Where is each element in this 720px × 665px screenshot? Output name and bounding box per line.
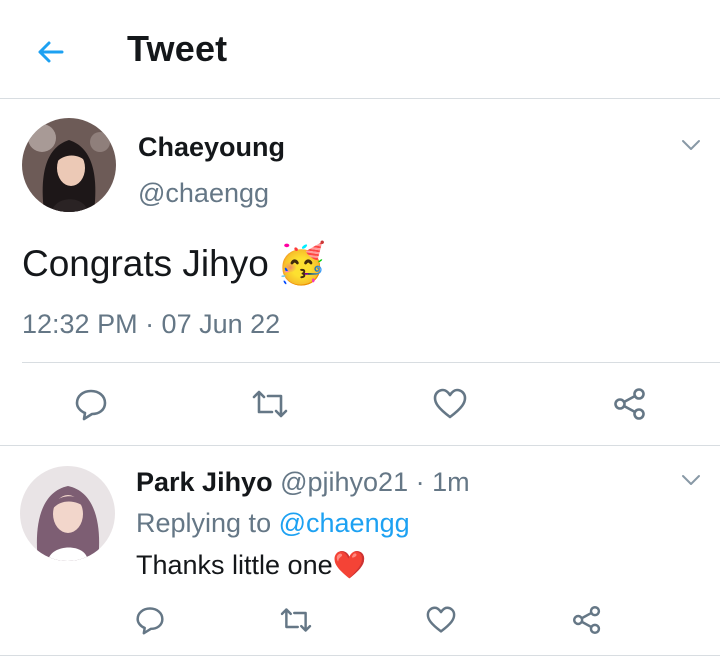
reply-text: Thanks little one — [136, 549, 333, 580]
tweet-divider — [0, 445, 720, 446]
reply-body: Thanks little one ❤️ — [136, 549, 366, 581]
chevron-down-icon — [682, 475, 700, 485]
retweet-icon — [280, 608, 312, 632]
reply-options-button[interactable] — [676, 465, 706, 495]
reply-icon — [75, 389, 107, 421]
meta-divider — [22, 362, 720, 363]
arrow-left-icon — [38, 41, 64, 63]
like-icon — [433, 388, 467, 419]
tweet-body: Congrats Jihyo 🥳 — [22, 240, 327, 287]
reply-reply-button[interactable] — [124, 594, 176, 646]
reply-time: 1m — [432, 467, 470, 497]
reply-share-button[interactable] — [561, 594, 613, 646]
separator-dot: · — [415, 467, 425, 497]
replying-to: Replying to @chaengg — [136, 508, 410, 539]
author-handle[interactable]: @chaengg — [138, 178, 269, 209]
reply-avatar[interactable] — [20, 466, 115, 561]
reply-author-handle[interactable]: @pjihyo21 — [280, 467, 408, 497]
tweet-options-button[interactable] — [676, 130, 706, 160]
replying-to-label: Replying to — [136, 508, 272, 538]
reply-icon — [136, 607, 164, 635]
like-button[interactable] — [424, 378, 476, 430]
retweet-button[interactable] — [244, 378, 296, 430]
tweet-text: Congrats Jihyo — [22, 242, 269, 284]
chevron-down-icon — [682, 140, 700, 150]
reply-header: Park Jihyo @pjihyo21 · 1m — [136, 467, 470, 498]
retweet-icon — [252, 390, 288, 418]
reply-like-button[interactable] — [415, 594, 467, 646]
reply-retweet-button[interactable] — [270, 594, 322, 646]
replying-to-handle-link[interactable]: @chaengg — [279, 508, 410, 538]
avatar[interactable] — [22, 118, 116, 212]
reply-button[interactable] — [65, 378, 117, 430]
share-icon — [572, 605, 601, 635]
top-bar: Tweet — [0, 0, 720, 98]
like-icon — [426, 606, 456, 633]
page-title: Tweet — [127, 28, 228, 69]
party-face-emoji: 🥳 — [276, 242, 327, 286]
tweet-timestamp: 12:32 PM · 07 Jun 22 — [22, 309, 281, 339]
share-button[interactable] — [604, 378, 656, 430]
reply-author-name[interactable]: Park Jihyo — [136, 467, 273, 497]
header-divider — [0, 98, 720, 99]
back-button[interactable] — [28, 30, 72, 74]
red-heart-emoji: ❤️ — [332, 550, 367, 580]
reply-divider — [0, 655, 720, 656]
share-icon — [614, 388, 645, 420]
author-name[interactable]: Chaeyoung — [138, 132, 285, 163]
